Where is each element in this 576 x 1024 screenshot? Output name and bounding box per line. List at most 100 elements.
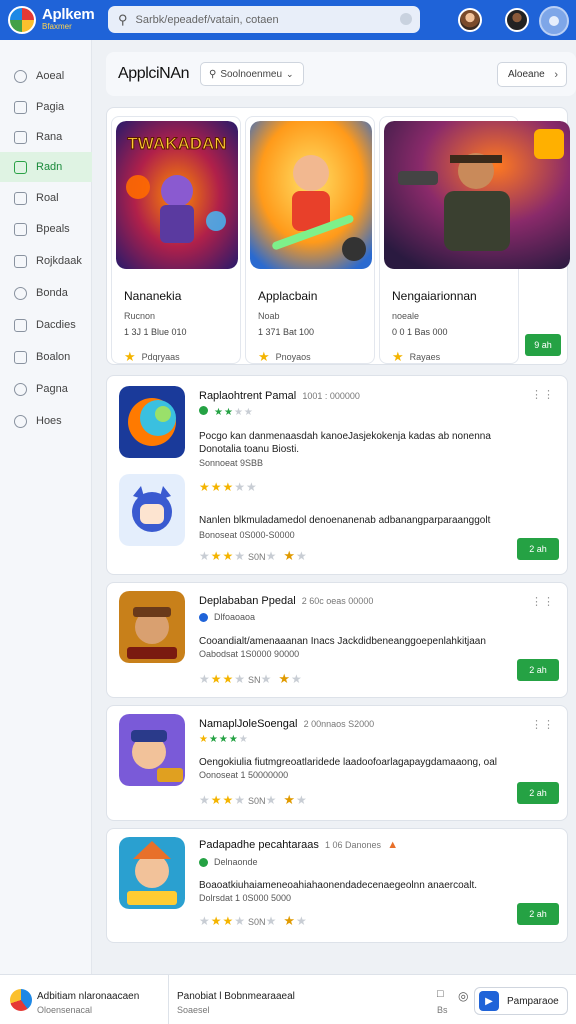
featured-panel: TWAKADAN Nananekia Rucnon 1 3J 1 Blue 01… (106, 107, 570, 365)
get-button[interactable]: 2 ah (517, 782, 559, 804)
sidebar-item-label: Bonda (36, 287, 68, 299)
footer-left-title: Adbitiam nlaronaacaen (37, 991, 140, 1002)
verified-icon (199, 612, 208, 622)
home-icon (14, 69, 27, 83)
sidebar-item-1[interactable]: Aoeal (0, 61, 92, 91)
sidebar-item-label: Pagia (36, 101, 65, 113)
featured-card[interactable]: TWAKADAN Nananekia Rucnon 1 3J 1 Blue 01… (111, 116, 241, 364)
clear-icon[interactable] (400, 13, 412, 25)
rating-stars: ★★★★ S0N★ ★★ (199, 913, 308, 928)
featured-rating: ★ Pdqryaas (124, 349, 180, 365)
footer-app-icon[interactable] (10, 989, 32, 1011)
featured-sub: Noab (258, 311, 280, 321)
app-list-card: NamaplJoleSoengal 2 00nnaos S2000 ⋮⋮ ★★★… (106, 705, 568, 821)
featured-rating: ★ Rayaes (392, 349, 440, 365)
get-button[interactable]: 2 ah (517, 538, 559, 560)
featured-meta: 0 0 1 Bas 000 (392, 327, 448, 337)
footer-cta-button[interactable]: ▶ Pamparaoe (474, 987, 568, 1015)
clock-icon (14, 414, 27, 428)
more-icon[interactable]: ⋮⋮ (531, 718, 555, 731)
chevron-down-icon: ⌄ (286, 68, 294, 79)
app-extra: 2 60c oeas 00000 (301, 596, 374, 606)
app-list-card: Deplababan Ppedal 2 60c oeas 00000 ⋮⋮ Dl… (106, 582, 568, 698)
sidebar-item-3[interactable]: Rana (0, 122, 92, 152)
rating-label: Pdqryaas (141, 352, 180, 362)
sort-button[interactable]: Aloeane › (497, 62, 567, 87)
sidebar-item-8[interactable]: Bonda (0, 278, 92, 308)
app-extra: 1 06 Danones (325, 840, 382, 850)
app-icon[interactable] (119, 837, 185, 909)
game-icon (14, 382, 27, 396)
download-icon[interactable]: □ (437, 988, 444, 1000)
user-avatar[interactable] (458, 8, 482, 32)
app-icon[interactable] (119, 474, 185, 546)
sidebar-item-label: Pagna (36, 383, 68, 395)
share-icon[interactable]: ◎ (458, 989, 468, 1003)
sidebar-item-7[interactable]: Rojkdaak (0, 246, 92, 276)
page-title: ApplciNAn (118, 65, 190, 82)
rating-label: Pnoyaos (275, 352, 311, 362)
star-icon: ★ (258, 349, 270, 364)
brand: Aplkem Bfaxmer (42, 6, 95, 32)
app-icon[interactable] (119, 591, 185, 663)
sidebar-item-6[interactable]: Bpeals (0, 214, 92, 244)
sort-button-label: Aloeane (508, 69, 545, 80)
app-list-card: Padapadhe pecahtaraas 1 06 Danones ▲ Del… (106, 828, 568, 943)
sidebar-item-label: Boalon (36, 351, 71, 363)
star-icon: ★ (124, 349, 136, 364)
featured-sub: noeale (392, 311, 420, 321)
featured-title: Applacbain (258, 289, 318, 303)
sidebar-item-label: Roal (36, 192, 59, 204)
app-description: Cooandialt/amenaaanan Inacs Jackdidbenea… (199, 636, 486, 647)
app-list-card: Raplaohtrent Pamal 1001 : 000000 ⋮⋮ ★★★★… (106, 375, 568, 575)
get-button[interactable]: 2 ah (517, 659, 559, 681)
list-icon (14, 318, 27, 332)
get-button[interactable]: 2 ah (517, 903, 559, 925)
app-logo-icon[interactable] (8, 6, 36, 34)
award-icon: ★ (283, 913, 296, 928)
footer-bar: Adbitiam nlaronaacaen Oloensenacal Panob… (0, 974, 576, 1024)
sidebar-item-12[interactable]: Hoes (0, 406, 92, 436)
app-meta: Oonoseat 1 50000000 (199, 770, 289, 780)
sidebar-item-label: Radn (36, 161, 63, 173)
search-input[interactable]: ⚲ Sarbk/epeadef/vatain, cotaen (108, 6, 420, 33)
fire-icon: ▲ (387, 839, 399, 851)
more-icon[interactable]: ⋮⋮ (531, 388, 555, 401)
game-artwork-2 (250, 121, 372, 269)
sidebar-item-2[interactable]: Pagia (0, 92, 92, 122)
sidebar-item-9[interactable]: Dacdies (0, 310, 92, 340)
chevron-right-icon: › (554, 68, 558, 81)
footer-left-sub: Oloensenacal (37, 1005, 93, 1015)
app-description: Oengokiulia fiutmgreoatlaridede laadoofo… (199, 757, 497, 768)
app-icon[interactable] (119, 386, 185, 458)
sidebar-item-label: Aoeal (36, 70, 65, 82)
svg-text:TWAKADAN: TWAKADAN (127, 134, 226, 153)
app-title-text: Deplababan Ppedal (199, 595, 296, 607)
award-icon: ★ (283, 792, 296, 807)
featured-title: Nananekia (124, 289, 182, 303)
sidebar-item-10[interactable]: Boalon (0, 342, 92, 372)
sidebar-item-4[interactable]: Radn (0, 152, 92, 182)
friend-avatar[interactable] (505, 8, 529, 32)
featured-card[interactable]: Nengaiarionnan noeale 0 0 1 Bas 000 ★ Ray… (379, 116, 570, 365)
settings-button[interactable] (539, 6, 569, 36)
featured-card[interactable]: Applacbain Noab 1 371 Bat 100 ★ Pnoyaos (245, 116, 375, 364)
featured-rating: ★ Pnoyaos (258, 349, 311, 365)
app-icon[interactable] (119, 714, 185, 786)
chat-icon: ▶ (479, 991, 499, 1011)
doc-icon (14, 222, 27, 236)
brand-name: Aplkem (42, 6, 95, 23)
box-icon (14, 350, 27, 364)
sidebar-item-5[interactable]: Roal (0, 183, 92, 213)
app-sub: Delnaonde (199, 857, 258, 867)
more-icon[interactable]: ⋮⋮ (531, 595, 555, 608)
filter-select[interactable]: ⚲ Soolnoenmeu ⌄ (200, 62, 304, 86)
app-sub: Dlfoaoaoa (199, 612, 255, 622)
app-sub-text: Dlfoaoaoa (214, 612, 256, 622)
sidebar-item-label: Hoes (36, 415, 62, 427)
sidebar-item-11[interactable]: Pagna (0, 374, 92, 404)
rating-count: SN (248, 675, 261, 685)
app-title: Padapadhe pecahtaraas 1 06 Danones ▲ (199, 839, 398, 851)
get-button[interactable]: 9 ah (525, 334, 561, 356)
search-icon: ⚲ (209, 68, 217, 80)
